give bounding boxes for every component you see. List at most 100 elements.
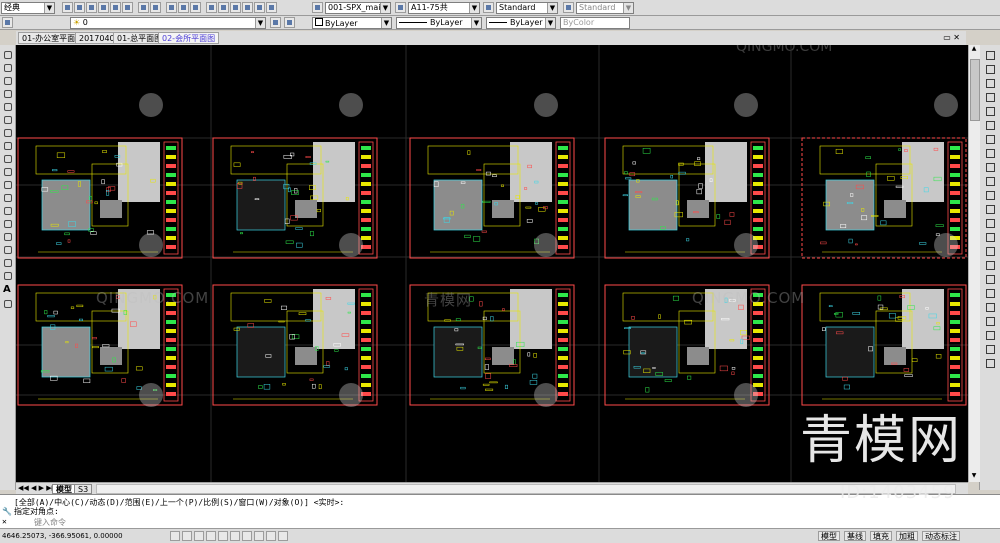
vertical-scrollbar[interactable]: ▲ ▼ xyxy=(968,45,980,482)
status-right-1[interactable]: 基线 xyxy=(844,531,866,541)
trim-icon[interactable] xyxy=(984,175,996,187)
lineweight-dropdown[interactable]: ByLayer ▼ xyxy=(486,17,556,29)
status-toggle-2-icon[interactable] xyxy=(194,531,204,541)
scroll-down-icon[interactable]: ▼ xyxy=(969,472,979,482)
zoom-previous-icon[interactable] xyxy=(190,2,201,13)
command-input[interactable]: 键入命令 xyxy=(34,518,66,527)
table-style-icon[interactable] xyxy=(483,2,494,13)
revcloud-icon[interactable] xyxy=(2,140,13,151)
redo-icon[interactable] xyxy=(150,2,161,13)
new-file-icon[interactable] xyxy=(62,2,73,13)
pan-icon[interactable] xyxy=(166,2,177,13)
region-icon[interactable] xyxy=(2,257,13,268)
mleader-style-dropdown[interactable]: Standard ▼ xyxy=(576,2,634,14)
scroll-up-icon[interactable]: ▲ xyxy=(969,45,979,55)
previous-layer-icon[interactable] xyxy=(284,17,295,28)
tool-palette-icon[interactable] xyxy=(230,2,241,13)
status-right-0[interactable]: 模型 xyxy=(818,531,840,541)
open-file-icon[interactable] xyxy=(74,2,85,13)
status-right-2[interactable]: 填充 xyxy=(870,531,892,541)
color-dropdown[interactable]: ByLayer ▼ xyxy=(312,17,392,29)
xline-icon[interactable] xyxy=(2,62,13,73)
mtext-icon[interactable]: A xyxy=(3,284,11,295)
close-icon[interactable]: ✕ xyxy=(2,517,7,526)
properties-icon[interactable] xyxy=(206,2,217,13)
rectangle-icon[interactable] xyxy=(2,101,13,112)
linetype-dropdown[interactable]: ByLayer ▼ xyxy=(396,17,482,29)
calculator-icon[interactable] xyxy=(254,2,265,13)
line-icon[interactable] xyxy=(2,49,13,60)
plotstyle-dropdown[interactable]: ByColor xyxy=(560,17,630,29)
tab-model[interactable]: 模型 xyxy=(52,484,76,494)
zoom-window-icon[interactable] xyxy=(984,287,996,299)
move-icon[interactable] xyxy=(984,119,996,131)
wrench-icon[interactable]: 🔧 xyxy=(2,507,12,516)
zoom-icon[interactable] xyxy=(178,2,189,13)
tab-club-plan[interactable]: 02-会所平面图 xyxy=(158,32,220,44)
stretch-icon[interactable] xyxy=(984,161,996,173)
dist-icon[interactable] xyxy=(984,273,996,285)
hatch-icon[interactable] xyxy=(2,231,13,242)
ellipse-arc-icon[interactable] xyxy=(2,179,13,190)
join-icon[interactable] xyxy=(984,217,996,229)
status-toggle-9-icon[interactable] xyxy=(278,531,288,541)
break-icon[interactable] xyxy=(984,203,996,215)
status-toggle-0-icon[interactable] xyxy=(170,531,180,541)
status-toggle-1-icon[interactable] xyxy=(182,531,192,541)
arc-icon[interactable] xyxy=(2,114,13,125)
scroll-thumb[interactable] xyxy=(970,59,980,121)
status-right-3[interactable]: 加粗 xyxy=(896,531,918,541)
make-current-layer-icon[interactable] xyxy=(270,17,281,28)
mleader-style-icon[interactable] xyxy=(563,2,574,13)
layer-iso-icon[interactable] xyxy=(984,329,996,341)
help-icon[interactable] xyxy=(266,2,277,13)
table-icon[interactable] xyxy=(2,270,13,281)
horizontal-scrollbar[interactable] xyxy=(96,484,956,494)
layer-manager-icon[interactable] xyxy=(2,17,13,28)
add-selected-icon[interactable] xyxy=(2,298,13,309)
table-style-dropdown[interactable]: Standard ▼ xyxy=(496,2,558,14)
layer-freeze-icon[interactable] xyxy=(984,343,996,355)
status-toggle-6-icon[interactable] xyxy=(242,531,252,541)
scale-icon[interactable] xyxy=(984,147,996,159)
list-icon[interactable] xyxy=(984,301,996,313)
polygon-icon[interactable] xyxy=(2,88,13,99)
status-toggle-3-icon[interactable] xyxy=(206,531,216,541)
layer-dropdown[interactable]: ☀ 0 ▼ xyxy=(70,17,266,29)
restore-icon[interactable]: ▭ ✕ xyxy=(943,33,960,42)
extend-icon[interactable] xyxy=(984,189,996,201)
chamfer-icon[interactable] xyxy=(984,231,996,243)
erase-icon[interactable] xyxy=(984,49,996,61)
offset-icon[interactable] xyxy=(984,91,996,103)
status-right-4[interactable]: 动态标注 xyxy=(922,531,960,541)
status-toggle-5-icon[interactable] xyxy=(230,531,240,541)
markup-icon[interactable] xyxy=(242,2,253,13)
undo-icon[interactable] xyxy=(138,2,149,13)
text-style-dropdown[interactable]: 001-SPX_main ▼ xyxy=(325,2,391,14)
spline-icon[interactable] xyxy=(2,153,13,164)
dim-style-icon[interactable] xyxy=(395,2,406,13)
layer-off-icon[interactable] xyxy=(984,315,996,327)
gradient-icon[interactable] xyxy=(2,244,13,255)
save-icon[interactable] xyxy=(86,2,97,13)
ellipse-icon[interactable] xyxy=(2,166,13,177)
rotate-icon[interactable] xyxy=(984,133,996,145)
cut-icon[interactable] xyxy=(110,2,121,13)
explode-icon[interactable] xyxy=(984,259,996,271)
insert-block-icon[interactable] xyxy=(2,192,13,203)
make-block-icon[interactable] xyxy=(2,205,13,216)
status-toggle-7-icon[interactable] xyxy=(254,531,264,541)
text-style-icon[interactable] xyxy=(312,2,323,13)
dim-style-dropdown[interactable]: A11-75共 ▼ xyxy=(408,2,480,14)
layer-lock-icon[interactable] xyxy=(984,357,996,369)
point-icon[interactable] xyxy=(2,218,13,229)
workspace-dropdown[interactable]: 经典 ▼ xyxy=(1,2,55,14)
circle-icon[interactable] xyxy=(2,127,13,138)
status-toggle-4-icon[interactable] xyxy=(218,531,228,541)
print-icon[interactable] xyxy=(98,2,109,13)
mirror-icon[interactable] xyxy=(984,77,996,89)
array-icon[interactable] xyxy=(984,105,996,117)
status-toggle-8-icon[interactable] xyxy=(266,531,276,541)
tab-layout[interactable]: S3 xyxy=(74,484,93,494)
design-center-icon[interactable] xyxy=(218,2,229,13)
